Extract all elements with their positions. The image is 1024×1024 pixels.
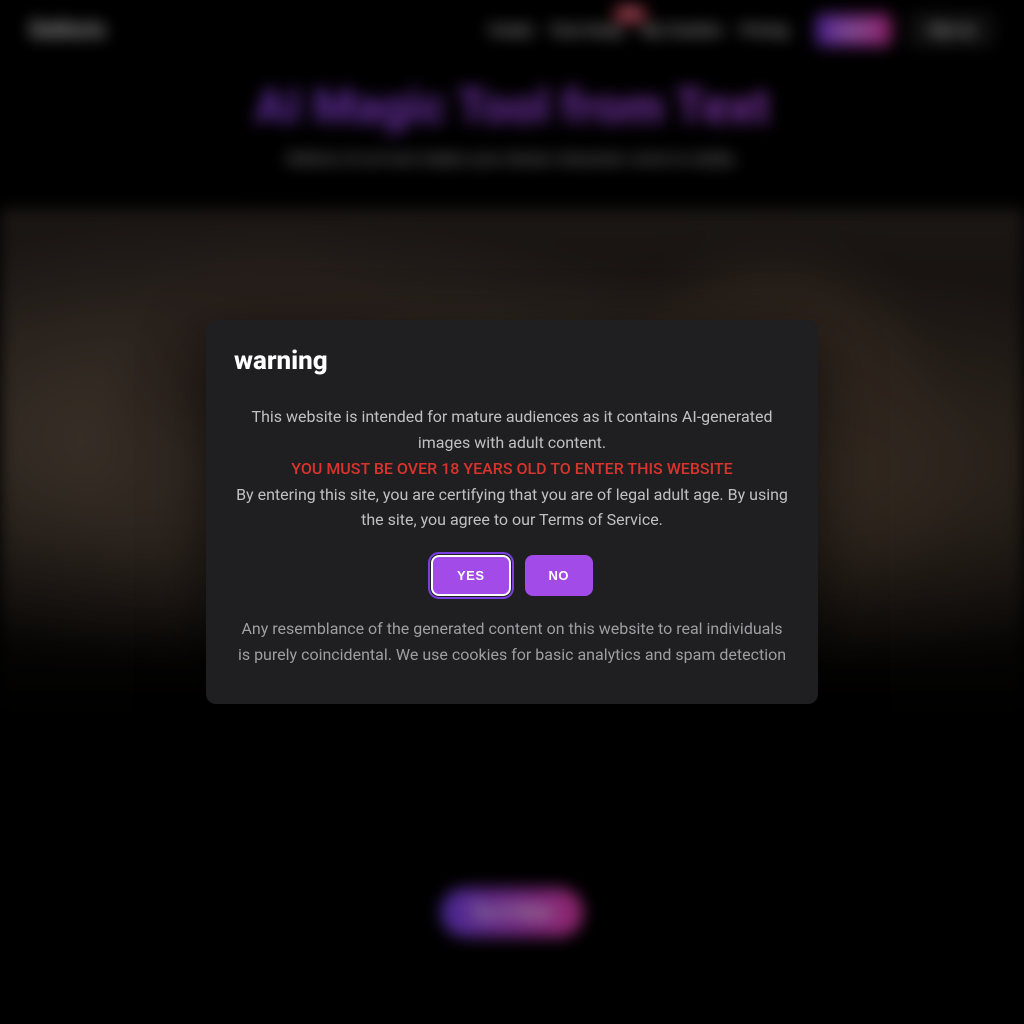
modal-body: This website is intended for mature audi… <box>234 404 790 534</box>
yes-button[interactable]: YES <box>431 555 511 596</box>
no-button[interactable]: NO <box>525 555 594 596</box>
modal-title: warning <box>234 346 790 376</box>
age-warning-modal: warning This website is intended for mat… <box>206 320 818 704</box>
modal-intro-text: This website is intended for mature audi… <box>234 404 790 456</box>
modal-overlay: warning This website is intended for mat… <box>0 0 1024 1024</box>
modal-consent-text: By entering this site, you are certifyin… <box>234 482 790 534</box>
modal-actions: YES NO <box>234 555 790 596</box>
modal-disclaimer: Any resemblance of the generated content… <box>234 616 790 668</box>
modal-age-warning: YOU MUST BE OVER 18 YEARS OLD TO ENTER T… <box>234 456 790 482</box>
